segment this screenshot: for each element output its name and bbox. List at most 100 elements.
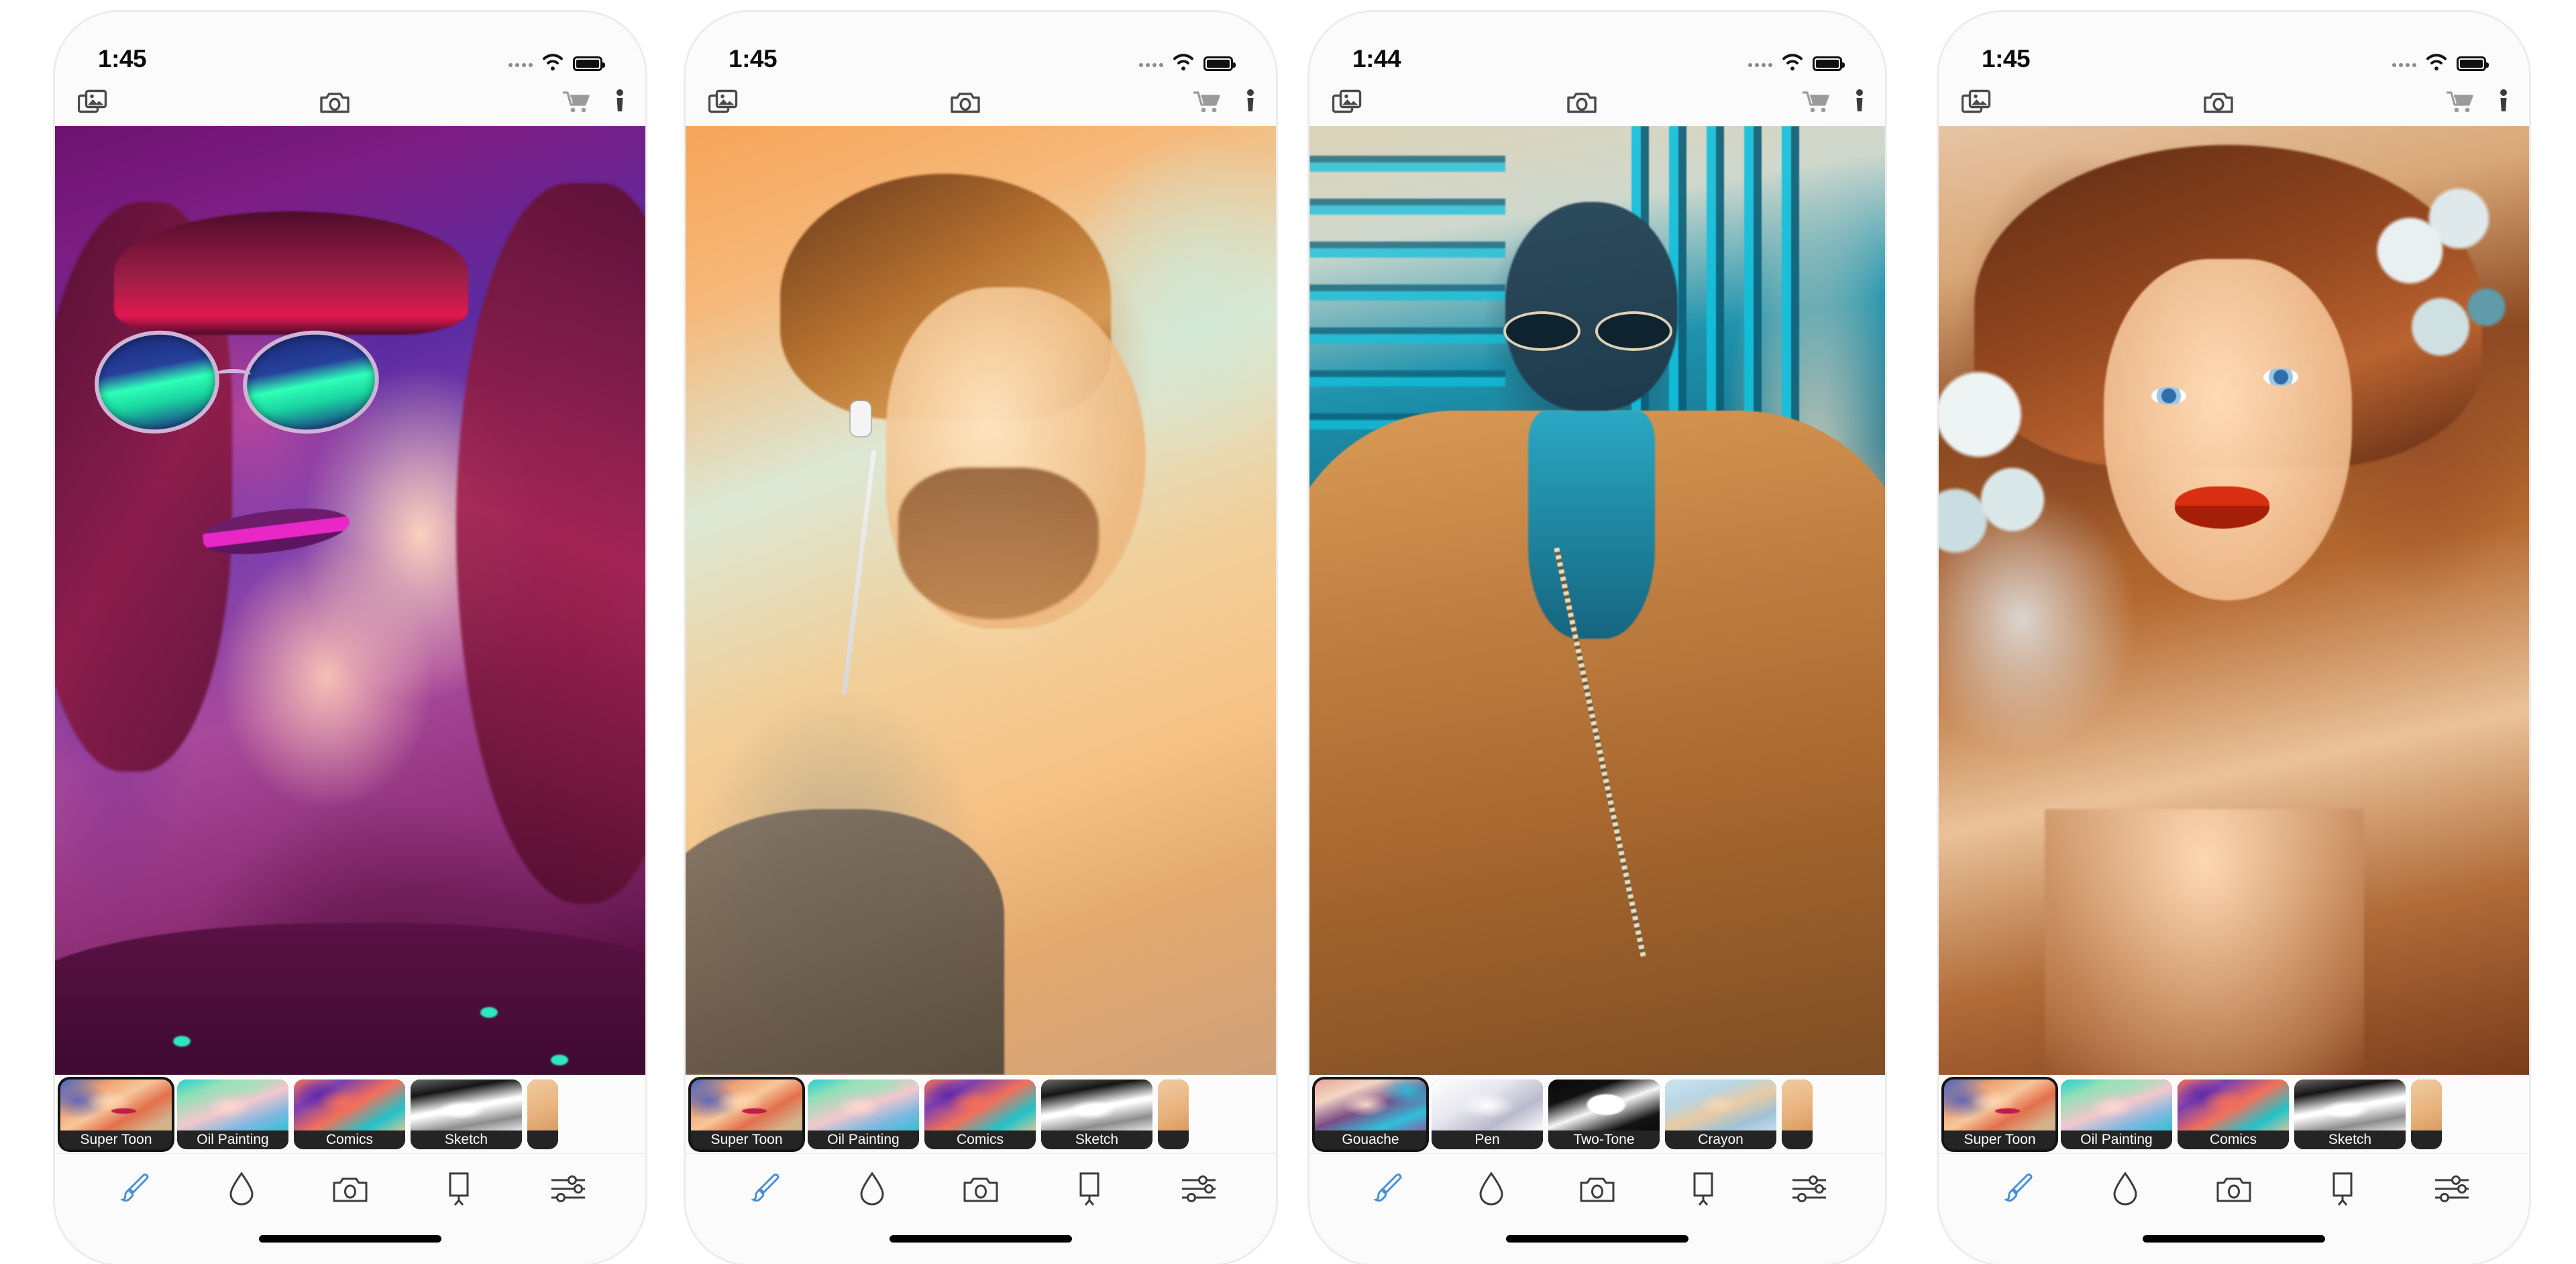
info-icon[interactable] [2498, 89, 2509, 115]
status-indicators [1139, 54, 1236, 71]
filter-item[interactable]: Gouache [1315, 1079, 1426, 1149]
filter-item[interactable]: Super Toon [60, 1079, 172, 1149]
gallery-icon[interactable] [1962, 89, 1991, 115]
top-toolbar [686, 78, 1276, 126]
phone-mockup-2: 1:45 Super Toon Oil Painting Comics Sket… [686, 12, 1276, 1264]
status-clock: 1:45 [1982, 45, 2031, 72]
paintbrush-icon[interactable] [1359, 1168, 1411, 1210]
easel-icon[interactable] [433, 1168, 485, 1210]
filter-item[interactable] [1158, 1079, 1189, 1149]
water-drop-icon[interactable] [846, 1168, 898, 1210]
camera-icon[interactable] [2203, 89, 2234, 115]
phone-mockup-4: 1:45 Super Toon Oil Painting Comics Sket… [1939, 12, 2529, 1264]
photo-preview[interactable] [1309, 126, 1885, 1075]
filter-thumbnail [691, 1079, 802, 1132]
filter-item[interactable]: Comics [2178, 1079, 2289, 1149]
easel-icon[interactable] [1677, 1168, 1729, 1210]
filter-item[interactable] [527, 1079, 558, 1149]
home-indicator[interactable] [55, 1224, 645, 1264]
cart-icon[interactable] [1802, 90, 1830, 114]
sliders-icon[interactable] [1783, 1168, 1835, 1210]
filter-strip[interactable]: Super Toon Oil Painting Comics Sketch [1939, 1075, 2529, 1154]
artwork-image [1939, 126, 2529, 1075]
cart-icon[interactable] [1193, 90, 1221, 114]
filter-label: Sketch [411, 1130, 522, 1149]
filter-thumbnail [1432, 1079, 1543, 1132]
info-icon[interactable] [1245, 89, 1256, 115]
easel-icon[interactable] [2316, 1168, 2369, 1210]
water-drop-icon[interactable] [1465, 1168, 1517, 1210]
sliders-icon[interactable] [1173, 1168, 1225, 1210]
filter-label: Oil Painting [2061, 1130, 2172, 1149]
filter-strip[interactable]: Gouache Pen Two-Tone Crayon [1309, 1075, 1885, 1154]
sliders-icon[interactable] [542, 1168, 594, 1210]
filter-label: Comics [294, 1130, 405, 1149]
battery-icon [573, 56, 605, 71]
easel-icon[interactable] [1063, 1168, 1116, 1210]
filter-strip[interactable]: Super Toon Oil Painting Comics Sketch [686, 1075, 1276, 1154]
filter-item[interactable]: Sketch [411, 1079, 522, 1149]
camera-icon[interactable] [950, 89, 981, 115]
bottom-toolbar [1939, 1154, 2529, 1224]
cart-icon[interactable] [562, 90, 590, 114]
home-indicator[interactable] [1309, 1224, 1885, 1264]
filter-item[interactable]: Oil Painting [808, 1079, 919, 1149]
battery-icon [2457, 56, 2489, 71]
filter-item[interactable]: Oil Painting [177, 1079, 288, 1149]
filter-label: Comics [2178, 1130, 2289, 1149]
filter-item[interactable]: Pen [1432, 1079, 1543, 1149]
filter-item[interactable]: Comics [294, 1079, 405, 1149]
cellular-signal-icon [2392, 63, 2416, 71]
sliders-icon[interactable] [2426, 1168, 2478, 1210]
top-toolbar [1939, 78, 2529, 126]
filter-item[interactable]: Oil Painting [2061, 1079, 2172, 1149]
filter-item[interactable] [2411, 1079, 2442, 1149]
wifi-icon [1172, 54, 1195, 71]
artwork-image [686, 126, 1276, 1075]
home-indicator[interactable] [686, 1224, 1276, 1264]
paintbrush-icon[interactable] [1990, 1168, 2042, 1210]
camera-icon[interactable] [955, 1168, 1007, 1210]
top-toolbar [55, 78, 645, 126]
photo-preview[interactable] [686, 126, 1276, 1075]
filter-label [1158, 1130, 1189, 1149]
filter-item[interactable]: Comics [924, 1079, 1036, 1149]
gallery-icon[interactable] [78, 89, 107, 115]
photo-preview[interactable] [55, 126, 645, 1075]
camera-icon[interactable] [1571, 1168, 1623, 1210]
filter-label: Pen [1432, 1130, 1543, 1149]
filter-thumbnail [924, 1079, 1036, 1132]
status-bar: 1:45 [1939, 12, 2529, 78]
filter-item[interactable] [1782, 1079, 1813, 1149]
cellular-signal-icon [1139, 63, 1163, 71]
filter-item[interactable]: Sketch [2294, 1079, 2406, 1149]
camera-icon[interactable] [319, 89, 350, 115]
filter-item[interactable]: Super Toon [1944, 1079, 2055, 1149]
cart-icon[interactable] [2446, 90, 2474, 114]
bottom-toolbar [1309, 1154, 1885, 1224]
status-indicators [2392, 54, 2489, 71]
camera-icon[interactable] [2208, 1168, 2260, 1210]
home-indicator[interactable] [1939, 1224, 2529, 1264]
camera-icon[interactable] [324, 1168, 376, 1210]
camera-icon[interactable] [1566, 89, 1597, 115]
gallery-icon[interactable] [1332, 89, 1362, 115]
cellular-signal-icon [1748, 63, 1772, 71]
filter-strip[interactable]: Super Toon Oil Painting Comics Sketch [55, 1075, 645, 1154]
filter-item[interactable]: Sketch [1041, 1079, 1152, 1149]
filter-thumbnail [1041, 1079, 1152, 1132]
filter-item[interactable]: Super Toon [691, 1079, 802, 1149]
filter-item[interactable]: Crayon [1665, 1079, 1776, 1149]
filter-item[interactable]: Two-Tone [1548, 1079, 1660, 1149]
phone-mockup-1: 1:45 Super Toon Oil Painting Comics Sket… [55, 12, 645, 1264]
filter-label: Crayon [1665, 1130, 1776, 1149]
photo-preview[interactable] [1939, 126, 2529, 1075]
gallery-icon[interactable] [708, 89, 738, 115]
info-icon[interactable] [614, 89, 625, 115]
water-drop-icon[interactable] [2099, 1168, 2151, 1210]
info-icon[interactable] [1854, 89, 1865, 115]
paintbrush-icon[interactable] [106, 1168, 158, 1210]
wifi-icon [541, 54, 564, 71]
paintbrush-icon[interactable] [737, 1168, 789, 1210]
water-drop-icon[interactable] [215, 1168, 268, 1210]
